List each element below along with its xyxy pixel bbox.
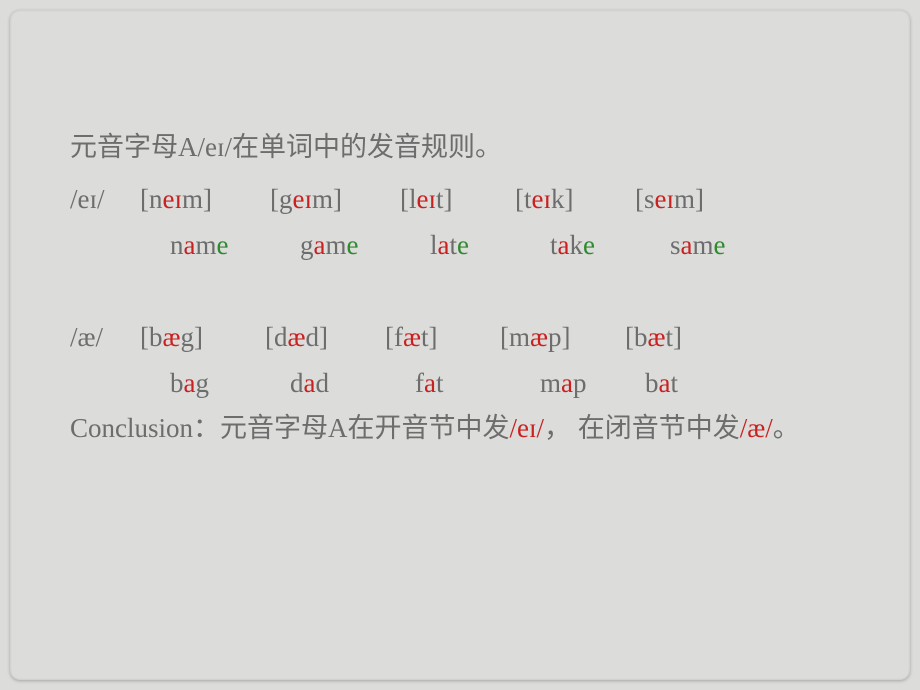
conclusion-phoneme-1: /eɪ/	[510, 413, 545, 443]
conclusion-phoneme-2: /æ/	[740, 413, 773, 443]
word-cell: game	[300, 223, 430, 269]
ipa-cell: [bæt]	[625, 315, 682, 361]
word-cell: take	[550, 223, 670, 269]
section1-label: /eɪ/	[70, 177, 140, 223]
word-cell: late	[430, 223, 550, 269]
indent	[70, 223, 170, 269]
section2-label: /æ/	[70, 315, 140, 361]
ipa-cell: [dæd]	[265, 315, 385, 361]
ipa-cell: [seɪm]	[635, 177, 765, 223]
section2-ipa-row: /æ/ [bæg] [dæd] [fæt] [mæp] [bæt]	[70, 315, 850, 361]
word-cell: bag	[170, 361, 290, 407]
word-cell: fat	[415, 361, 540, 407]
section1-words-row: name game late take same	[70, 223, 850, 269]
word-cell: name	[170, 223, 300, 269]
ipa-cell: [geɪm]	[270, 177, 400, 223]
title: 元音字母A/eɪ/在单词中的发音规则。	[70, 125, 850, 171]
conclusion: Conclusion：元音字母A在开音节中发/eɪ/， 在闭音节中发/æ/。	[70, 406, 850, 452]
ipa-cell: [mæp]	[500, 315, 625, 361]
section1-ipa-row: /eɪ/ [neɪm] [geɪm] [leɪt] [teɪk] [seɪm]	[70, 177, 850, 223]
word-cell: dad	[290, 361, 415, 407]
word-cell: same	[670, 223, 800, 269]
ipa-cell: [teɪk]	[515, 177, 635, 223]
conclusion-mid: ， 在闭音节中发	[544, 413, 740, 443]
ipa-cell: [fæt]	[385, 315, 500, 361]
section2-words-row: bag dad fat map bat	[70, 361, 850, 407]
slide-container: 元音字母A/eɪ/在单词中的发音规则。 /eɪ/ [neɪm] [geɪm] […	[10, 10, 910, 680]
spacer	[70, 269, 850, 315]
ipa-cell: [neɪm]	[140, 177, 270, 223]
word-cell: map	[540, 361, 645, 407]
word-cell: bat	[645, 361, 678, 407]
ipa-cell: [leɪt]	[400, 177, 515, 223]
ipa-cell: [bæg]	[140, 315, 265, 361]
conclusion-prefix: Conclusion：元音字母A在开音节中发	[70, 413, 510, 443]
indent	[70, 361, 170, 407]
conclusion-suffix: 。	[773, 413, 800, 443]
